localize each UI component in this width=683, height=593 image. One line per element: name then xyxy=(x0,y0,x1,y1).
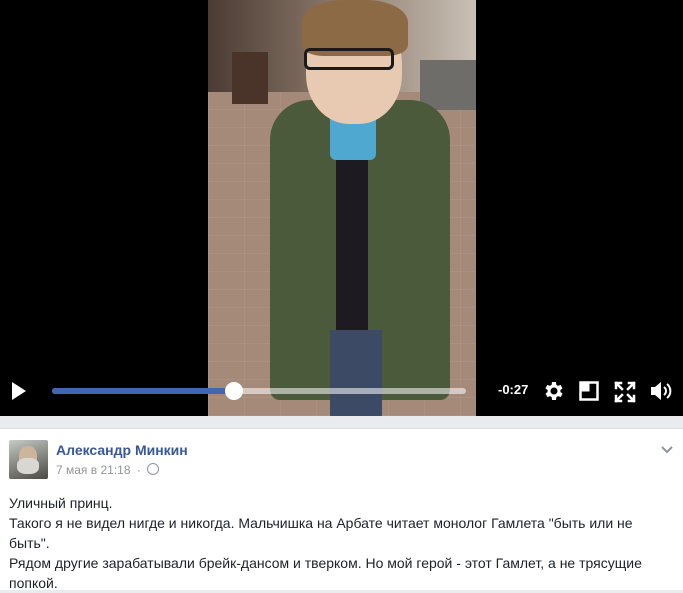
popout-icon[interactable] xyxy=(579,381,599,401)
video-player[interactable]: -0:27 xyxy=(0,0,683,416)
chevron-down-icon[interactable] xyxy=(661,445,673,455)
post-text: Уличный принц. Такого я не видел нигде и… xyxy=(9,493,669,593)
progress-handle[interactable] xyxy=(225,382,244,400)
post-text-line: Уличный принц. xyxy=(9,495,113,511)
meta-separator: · xyxy=(136,463,141,477)
post-author-name[interactable]: Александр Минкин xyxy=(56,442,188,458)
video-frame xyxy=(208,0,476,416)
progress-fill xyxy=(52,388,235,394)
post-text-line: Такого я не видел нигде и никогда. Мальч… xyxy=(9,515,633,551)
progress-bar[interactable] xyxy=(52,382,466,400)
fullscreen-icon[interactable] xyxy=(614,381,636,403)
gear-icon[interactable] xyxy=(541,379,565,403)
post-meta: 7 мая в 21:18 · xyxy=(56,463,160,477)
play-icon[interactable] xyxy=(12,382,26,400)
volume-icon[interactable] xyxy=(649,380,673,402)
avatar[interactable] xyxy=(9,440,48,479)
globe-icon[interactable] xyxy=(147,463,160,475)
time-remaining: -0:27 xyxy=(498,382,529,397)
post-timestamp[interactable]: 7 мая в 21:18 xyxy=(56,463,131,477)
post-text-line: Рядом другие зарабатывали брейк-дансом и… xyxy=(9,555,642,591)
post-card: Александр Минкин 7 мая в 21:18 · Уличный… xyxy=(0,428,683,593)
video-controls: -0:27 xyxy=(0,362,683,416)
